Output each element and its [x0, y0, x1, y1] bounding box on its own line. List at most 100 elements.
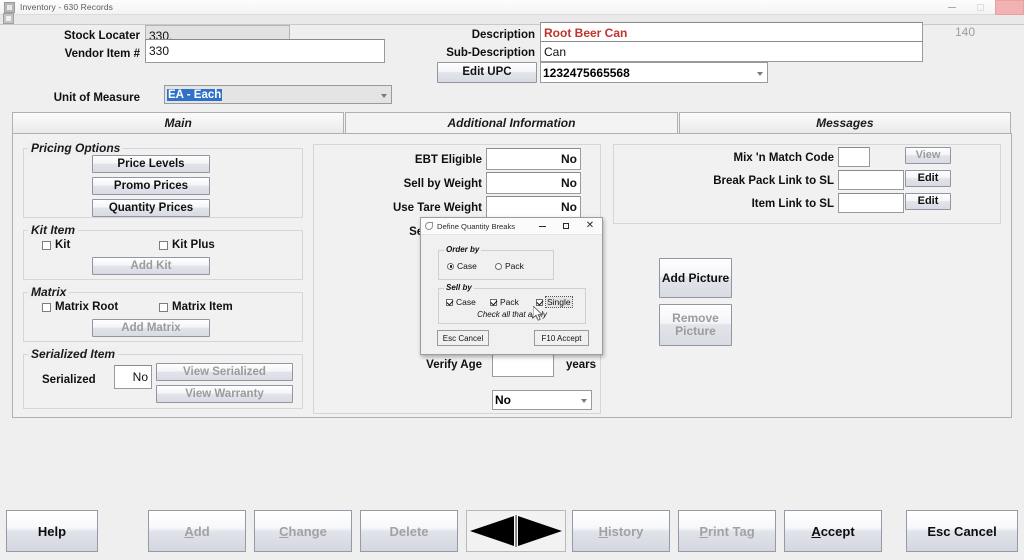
esc-cancel-button[interactable]: Esc Cancel: [906, 510, 1018, 552]
serialized-field[interactable]: No: [114, 365, 152, 389]
sell-by-pack-label: Pack: [500, 297, 519, 307]
maximize-icon[interactable]: [966, 0, 995, 15]
description-field[interactable]: Root Beer Can: [540, 22, 923, 43]
record-navigation-icon: [468, 514, 564, 548]
kit-checkbox[interactable]: [42, 241, 51, 250]
sell-by-weight-field[interactable]: No: [486, 172, 581, 194]
matrix-group: Matrix Matrix Root Matrix Item Add Matri…: [23, 292, 303, 342]
use-tare-weight-field[interactable]: No: [486, 196, 581, 218]
ebt-eligible-field[interactable]: No: [486, 148, 581, 170]
dialog-app-icon: [425, 222, 433, 230]
minimize-icon[interactable]: [937, 0, 966, 15]
order-by-case-radio[interactable]: [447, 263, 454, 270]
add-button[interactable]: Add: [148, 510, 246, 552]
document-icon: [3, 13, 14, 24]
chevron-down-icon: [381, 94, 387, 98]
vendor-item-label: Vendor Item #: [20, 49, 140, 61]
unit-of-measure-select[interactable]: EA - Each: [164, 85, 392, 104]
sell-by-pack-checkbox[interactable]: [490, 299, 497, 306]
sell-by-case-checkbox[interactable]: [446, 299, 453, 306]
verify-age-units: years: [566, 360, 596, 372]
break-pack-label: Break Pack Link to SL: [624, 176, 834, 188]
verify-age-field[interactable]: [492, 353, 554, 377]
order-by-pack-radio[interactable]: [495, 263, 502, 270]
edit-upc-button[interactable]: Edit UPC: [437, 62, 537, 83]
change-button[interactable]: Change: [254, 510, 352, 552]
break-pack-edit-button[interactable]: Edit: [905, 170, 951, 187]
order-by-case-radio-row[interactable]: Case: [447, 261, 477, 271]
kit-plus-checkbox-row[interactable]: Kit Plus: [159, 239, 215, 251]
vendor-item-field[interactable]: 330: [145, 39, 385, 63]
bottom-select-value: No: [495, 393, 511, 407]
define-quantity-breaks-dialog: Define Quantity Breaks ✕ Order by Case P…: [420, 217, 603, 355]
dialog-accept-button[interactable]: F10 Accept: [534, 330, 589, 346]
dialog-titlebar: Define Quantity Breaks ✕: [421, 218, 602, 235]
app-icon: [4, 2, 15, 13]
history-button-accel: H: [599, 524, 608, 539]
remove-picture-button[interactable]: Remove Picture: [659, 304, 732, 346]
verify-age-label: Verify Age: [314, 360, 482, 372]
record-navigation-button[interactable]: [466, 510, 566, 552]
kit-checkbox-row[interactable]: Kit: [42, 239, 70, 251]
dialog-maximize-icon[interactable]: [554, 218, 578, 235]
print-tag-button[interactable]: Print Tag: [678, 510, 776, 552]
view-warranty-button[interactable]: View Warranty: [156, 385, 293, 403]
order-by-pack-radio-row[interactable]: Pack: [495, 261, 524, 271]
matrix-title: Matrix: [28, 285, 69, 299]
dialog-minimize-icon[interactable]: [530, 218, 554, 235]
kit-item-title: Kit Item: [28, 223, 78, 237]
price-levels-button[interactable]: Price Levels: [92, 155, 210, 173]
history-button-label: istory: [608, 524, 643, 539]
dialog-title: Define Quantity Breaks: [437, 222, 515, 231]
dialog-close-icon[interactable]: ✕: [578, 218, 602, 235]
help-button[interactable]: Help: [6, 510, 98, 552]
sub-description-label: Sub-Description: [400, 48, 535, 60]
tab-additional-information[interactable]: Additional Information: [345, 112, 677, 133]
tab-messages[interactable]: Messages: [679, 112, 1011, 133]
add-button-label: dd: [194, 524, 210, 539]
close-icon[interactable]: [995, 0, 1024, 15]
chevron-down-icon: [757, 72, 763, 76]
window-controls: [937, 0, 1024, 15]
tab-main[interactable]: Main: [12, 112, 344, 133]
add-matrix-button[interactable]: Add Matrix: [92, 319, 210, 337]
serialized-item-title: Serialized Item: [28, 347, 118, 361]
item-link-edit-button[interactable]: Edit: [905, 193, 951, 210]
delete-button[interactable]: Delete: [360, 510, 458, 552]
mix-n-match-field[interactable]: [838, 147, 870, 167]
item-link-field[interactable]: [838, 193, 904, 213]
dialog-window-controls: ✕: [530, 218, 602, 235]
matrix-root-checkbox-row[interactable]: Matrix Root: [42, 301, 118, 313]
quantity-prices-button[interactable]: Quantity Prices: [92, 199, 210, 217]
sub-description-field[interactable]: Can: [540, 41, 923, 62]
kit-item-group: Kit Item Kit Kit Plus Add Kit: [23, 230, 303, 280]
serialized-label: Serialized: [42, 375, 96, 387]
history-button[interactable]: History: [572, 510, 670, 552]
record-counter: 140: [955, 25, 975, 39]
break-pack-field[interactable]: [838, 170, 904, 190]
sell-by-case-checkbox-row[interactable]: Case: [446, 297, 476, 307]
kit-plus-checkbox[interactable]: [159, 241, 168, 250]
mix-n-match-view-button[interactable]: View: [905, 147, 951, 164]
sell-by-weight-label: Sell by Weight: [314, 179, 482, 191]
accept-button[interactable]: Accept: [784, 510, 882, 552]
matrix-item-checkbox-row[interactable]: Matrix Item: [159, 301, 233, 313]
add-picture-button[interactable]: Add Picture: [659, 258, 732, 298]
add-kit-button[interactable]: Add Kit: [92, 257, 210, 275]
bottom-select[interactable]: No: [492, 390, 592, 410]
change-button-label: hange: [289, 524, 327, 539]
unit-of-measure-value: EA - Each: [167, 89, 222, 101]
promo-prices-button[interactable]: Promo Prices: [92, 177, 210, 195]
bottom-toolbar: Help Add Change Delete History Print Tag…: [0, 502, 1024, 560]
upc-value: 1232475665568: [543, 66, 630, 80]
matrix-item-checkbox[interactable]: [159, 303, 168, 312]
view-serialized-button[interactable]: View Serialized: [156, 363, 293, 381]
dialog-cancel-button[interactable]: Esc Cancel: [437, 330, 489, 346]
matrix-root-checkbox[interactable]: [42, 303, 51, 312]
kit-plus-label: Kit Plus: [172, 239, 215, 251]
pricing-options-title: Pricing Options: [28, 141, 123, 155]
chevron-down-icon: [581, 399, 587, 403]
sell-by-single-checkbox[interactable]: [536, 299, 543, 306]
sell-by-pack-checkbox-row[interactable]: Pack: [490, 297, 519, 307]
upc-select[interactable]: 1232475665568: [540, 62, 768, 83]
